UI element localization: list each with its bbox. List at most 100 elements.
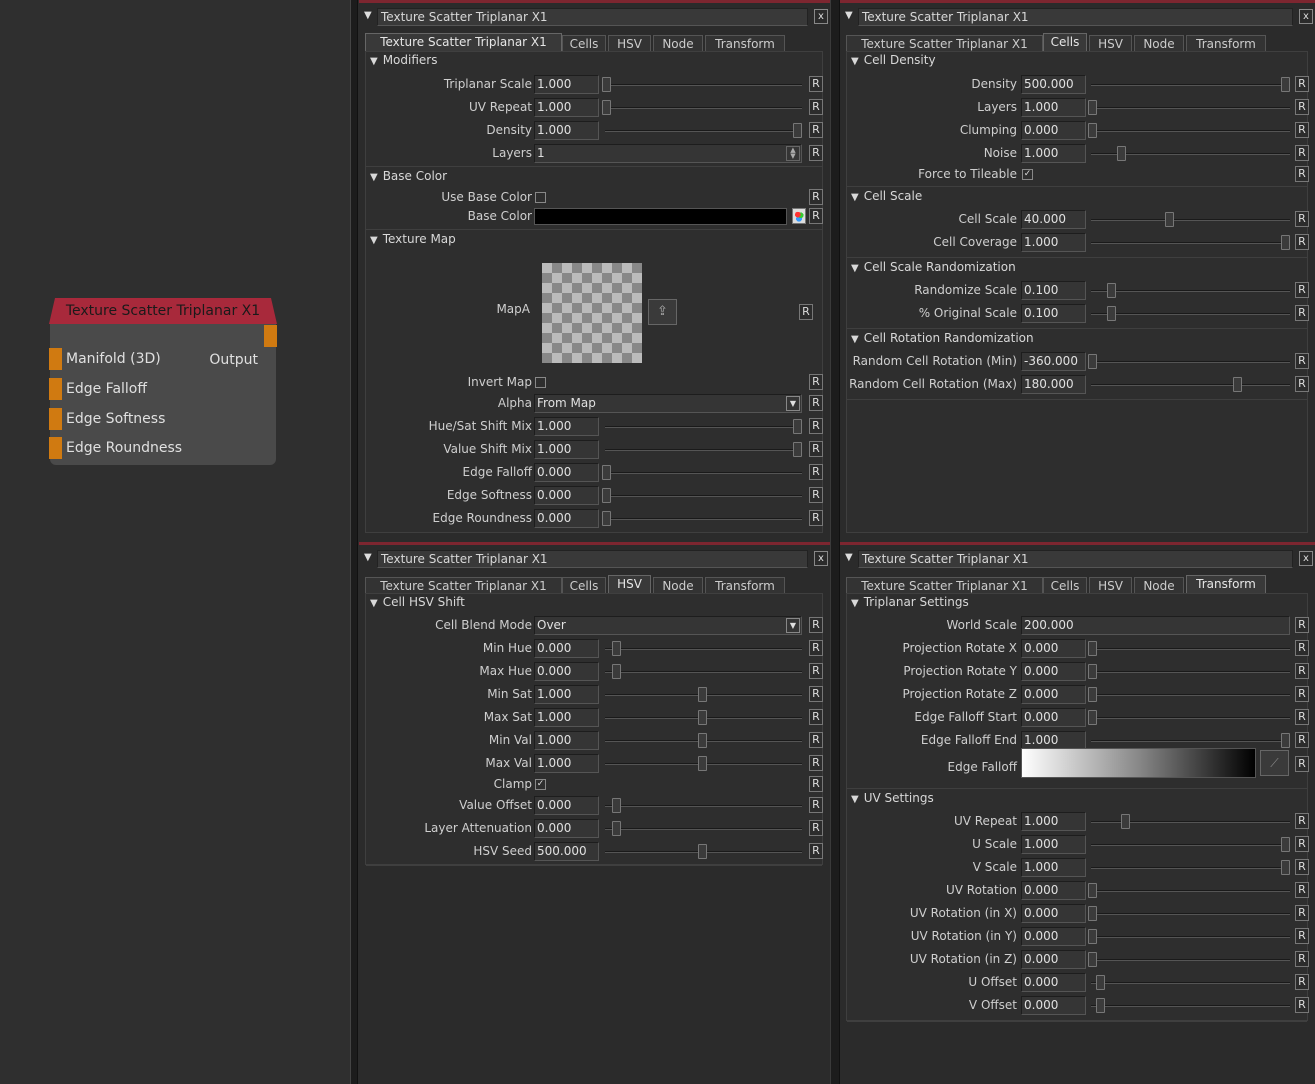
cell-scale-randomization-section-header[interactable]: ▼ Cell Scale Randomization	[847, 259, 1307, 276]
value-offset-slider-handle[interactable]	[612, 798, 621, 813]
hue-sat-shift-mix-reset-button[interactable]: R	[809, 418, 823, 434]
texture-map-section-header[interactable]: ▼ Texture Map	[366, 231, 822, 248]
tab-node[interactable]: Node	[653, 35, 703, 52]
clumping-slider-handle[interactable]	[1088, 123, 1097, 138]
value-shift-mix-reset-button[interactable]: R	[809, 441, 823, 457]
random-rotation-min-field[interactable]: -360.000	[1021, 352, 1086, 371]
vertical-splitter-2[interactable]	[830, 0, 840, 1084]
uv-rotation-y-slider-handle[interactable]	[1088, 929, 1097, 944]
layers-field[interactable]: 1 ▲ ▼	[534, 144, 802, 163]
random-rotation-min-reset-button[interactable]: R	[1295, 353, 1309, 369]
projection-rotate-x-reset-button[interactable]: R	[1295, 640, 1309, 656]
random-rotation-min-slider-track[interactable]	[1091, 361, 1290, 363]
u-offset-slider-track[interactable]	[1091, 982, 1290, 984]
projection-rotate-y-reset-button[interactable]: R	[1295, 663, 1309, 679]
cell-layers-field[interactable]: 1.000	[1021, 98, 1086, 117]
tab-transform[interactable]: Transform	[705, 577, 785, 594]
random-rotation-max-slider-handle[interactable]	[1233, 377, 1242, 392]
original-scale-slider-track[interactable]	[1091, 313, 1290, 315]
uv-rotation-z-slider-track[interactable]	[1091, 959, 1290, 961]
collapse-triangle-icon[interactable]: ▼	[851, 192, 859, 203]
edge-falloff-end-slider-handle[interactable]	[1281, 733, 1290, 748]
projection-rotate-z-slider-handle[interactable]	[1088, 687, 1097, 702]
cell-density-section-header[interactable]: ▼ Cell Density	[847, 52, 1307, 69]
value-offset-slider-track[interactable]	[605, 805, 802, 807]
base-color-section-header[interactable]: ▼ Base Color	[366, 168, 822, 185]
edge-falloff-end-slider-track[interactable]	[1091, 740, 1290, 742]
v-offset-reset-button[interactable]: R	[1295, 997, 1309, 1013]
random-rotation-max-slider-track[interactable]	[1091, 384, 1290, 386]
v-offset-field[interactable]: 0.000	[1021, 996, 1086, 1015]
collapse-triangle-icon[interactable]: ▼	[851, 334, 859, 345]
edge-falloff-slider-handle[interactable]	[602, 465, 611, 480]
uv-rotation-x-field[interactable]: 0.000	[1021, 904, 1086, 923]
uv-rotation-z-slider-handle[interactable]	[1088, 952, 1097, 967]
collapse-triangle-icon[interactable]: ▼	[370, 235, 378, 246]
hsv-seed-slider-handle[interactable]	[698, 844, 707, 859]
input-port-manifold[interactable]	[49, 348, 62, 370]
randomize-scale-slider-handle[interactable]	[1107, 283, 1116, 298]
tab-cells[interactable]: Cells	[562, 35, 606, 52]
base-color-swatch[interactable]	[534, 208, 787, 225]
collapse-triangle-icon[interactable]: ▼	[851, 794, 859, 805]
cell-scale-slider-handle[interactable]	[1165, 212, 1174, 227]
cell-coverage-slider-track[interactable]	[1091, 242, 1290, 244]
hsv-seed-field[interactable]: 500.000	[534, 842, 599, 861]
max-hue-reset-button[interactable]: R	[809, 663, 823, 679]
triplanar-scale-field[interactable]: 1.000	[534, 75, 599, 94]
original-scale-reset-button[interactable]: R	[1295, 305, 1309, 321]
tab-transform[interactable]: Transform	[1186, 575, 1266, 595]
tab-node[interactable]: Node	[1134, 35, 1184, 52]
triplanar-scale-slider-track[interactable]	[605, 84, 802, 86]
edge-softness-reset-button[interactable]: R	[809, 487, 823, 503]
close-icon[interactable]: x	[814, 551, 828, 566]
min-hue-slider-track[interactable]	[605, 648, 802, 650]
output-port[interactable]	[264, 325, 277, 347]
panel-title[interactable]: Texture Scatter Triplanar X1	[377, 8, 808, 26]
projection-rotate-x-slider-handle[interactable]	[1088, 641, 1097, 656]
edge-roundness-slider-handle[interactable]	[602, 511, 611, 526]
tab-cells[interactable]: Cells	[1043, 577, 1087, 594]
edge-falloff-start-slider-track[interactable]	[1091, 717, 1290, 719]
max-val-reset-button[interactable]: R	[809, 755, 823, 771]
cell-layers-slider-handle[interactable]	[1088, 100, 1097, 115]
edge-falloff-gradient[interactable]	[1021, 748, 1256, 778]
close-icon[interactable]: x	[1299, 551, 1313, 566]
triplanar-scale-reset-button[interactable]: R	[809, 76, 823, 92]
random-rotation-min-slider-handle[interactable]	[1088, 354, 1097, 369]
projection-rotate-z-reset-button[interactable]: R	[1295, 686, 1309, 702]
uv-repeat-slider-track[interactable]	[605, 107, 802, 109]
invert-map-checkbox[interactable]	[535, 377, 546, 388]
hue-sat-shift-mix-slider-track[interactable]	[605, 426, 802, 428]
close-icon[interactable]: x	[1299, 9, 1313, 24]
use-base-color-reset-button[interactable]: R	[809, 189, 823, 205]
u-offset-reset-button[interactable]: R	[1295, 974, 1309, 990]
node-title[interactable]: Texture Scatter Triplanar X1	[49, 298, 277, 324]
vertical-splitter[interactable]	[350, 0, 358, 1084]
invert-map-reset-button[interactable]: R	[809, 374, 823, 390]
cell-density-field[interactable]: 500.000	[1021, 75, 1086, 94]
tab-hsv[interactable]: HSV	[608, 35, 651, 52]
tab-main[interactable]: Texture Scatter Triplanar X1	[846, 35, 1043, 52]
collapse-triangle-icon[interactable]: ▼	[851, 56, 859, 67]
alpha-dropdown[interactable]: From Map ▼	[534, 394, 802, 413]
collapse-triangle-icon[interactable]: ▼	[851, 598, 859, 609]
tab-hsv[interactable]: HSV	[1089, 577, 1132, 594]
max-hue-field[interactable]: 0.000	[534, 662, 599, 681]
random-rotation-max-reset-button[interactable]: R	[1295, 376, 1309, 392]
tab-node[interactable]: Node	[653, 577, 703, 594]
edge-roundness-reset-button[interactable]: R	[809, 510, 823, 526]
value-shift-mix-slider-handle[interactable]	[793, 442, 802, 457]
tab-cells[interactable]: Cells	[1043, 33, 1087, 53]
force-to-tileable-checkbox[interactable]: ✓	[1022, 169, 1033, 180]
uv-repeat-field[interactable]: 1.000	[534, 98, 599, 117]
uv-rotation-slider-handle[interactable]	[1088, 883, 1097, 898]
original-scale-field[interactable]: 0.100	[1021, 304, 1086, 323]
cell-blend-mode-chevron-down-icon[interactable]: ▼	[786, 618, 800, 633]
uv-rotation-z-field[interactable]: 0.000	[1021, 950, 1086, 969]
max-val-field[interactable]: 1.000	[534, 754, 599, 773]
triplanar-scale-slider-handle[interactable]	[602, 77, 611, 92]
cell-density-slider-handle[interactable]	[1281, 77, 1290, 92]
uv-rotation-x-slider-handle[interactable]	[1088, 906, 1097, 921]
min-val-reset-button[interactable]: R	[809, 732, 823, 748]
